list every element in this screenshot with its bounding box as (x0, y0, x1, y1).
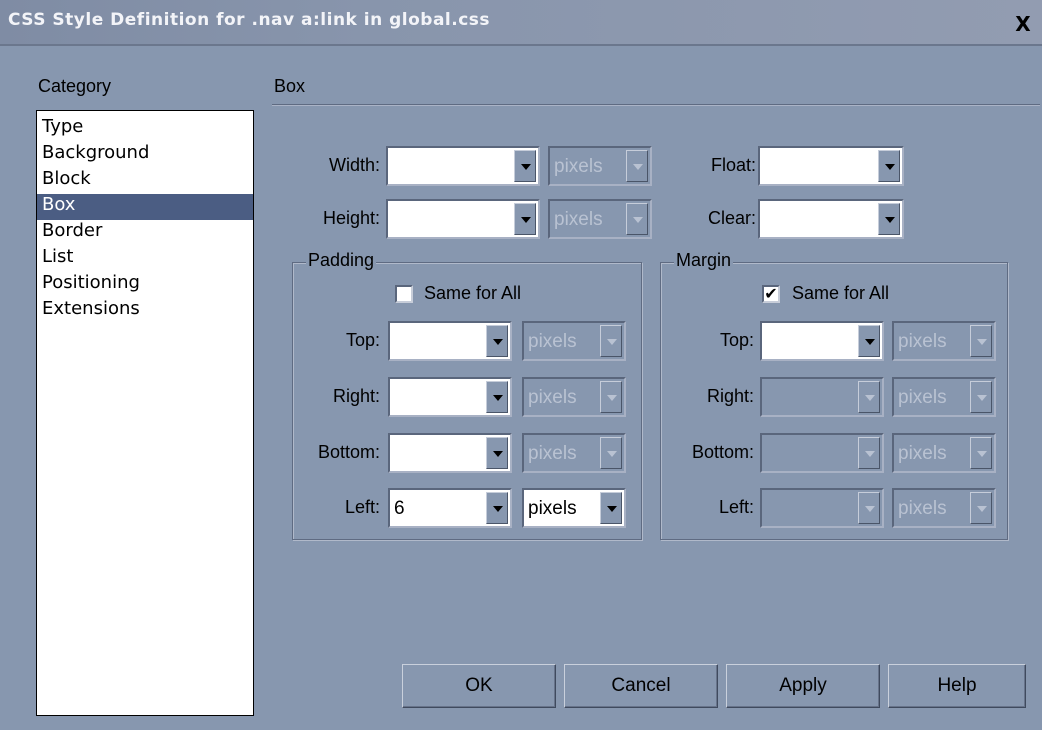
margin-top-combo[interactable] (760, 321, 884, 361)
padding-left-value: 6 (394, 498, 405, 519)
category-item-border[interactable]: Border (37, 220, 253, 246)
apply-button[interactable]: Apply (726, 664, 880, 708)
padding-top-unit: pixels (522, 321, 626, 361)
ok-button[interactable]: OK (402, 664, 556, 708)
padding-bottom-unit: pixels (522, 433, 626, 473)
margin-bottom-unit-value: pixels (898, 443, 947, 464)
category-item-extensions[interactable]: Extensions (37, 298, 253, 324)
padding-top-label: Top: (345, 330, 380, 350)
chevron-down-icon (626, 203, 648, 235)
padding-left-label: Left: (344, 497, 380, 517)
chevron-down-icon (858, 492, 880, 524)
chevron-down-icon (600, 437, 622, 469)
close-icon[interactable]: X (1012, 14, 1034, 34)
chevron-down-icon[interactable] (514, 150, 536, 182)
chevron-down-icon[interactable] (878, 203, 900, 235)
padding-left-unit-select[interactable]: pixels (522, 488, 626, 528)
clear-combo[interactable] (758, 199, 904, 239)
padding-left-combo[interactable]: 6 (388, 488, 512, 528)
chevron-down-icon[interactable] (858, 325, 880, 357)
padding-right-unit: pixels (522, 377, 626, 417)
chevron-down-icon[interactable] (486, 492, 508, 524)
help-button[interactable]: Help (888, 664, 1026, 708)
category-label: Category (38, 76, 112, 96)
margin-right-label: Right: (706, 386, 754, 406)
margin-right-combo (760, 377, 884, 417)
category-item-block[interactable]: Block (37, 168, 253, 194)
margin-left-unit-value: pixels (898, 498, 947, 519)
margin-left-combo (760, 488, 884, 528)
float-label: Float: (710, 155, 756, 175)
category-item-type[interactable]: Type (37, 116, 253, 142)
panel-title: Box (274, 76, 306, 96)
padding-same-label: Same for All (424, 283, 522, 303)
clear-label: Clear: (707, 208, 756, 228)
chevron-down-icon (970, 492, 992, 524)
padding-right-label: Right: (332, 386, 380, 406)
padding-top-combo[interactable] (388, 321, 512, 361)
window-title: CSS Style Definition for .nav a:link in … (8, 10, 491, 30)
padding-same-checkbox[interactable] (395, 285, 413, 303)
chevron-down-icon (970, 325, 992, 357)
margin-top-unit-value: pixels (898, 331, 947, 352)
margin-left-label: Left: (718, 497, 754, 517)
padding-bottom-label: Bottom: (317, 442, 380, 462)
chevron-down-icon[interactable] (514, 203, 536, 235)
width-unit-select: pixels (548, 146, 652, 186)
height-unit: pixels (554, 209, 603, 230)
height-label: Height: (322, 208, 380, 228)
height-combo[interactable] (386, 199, 540, 239)
float-combo[interactable] (758, 146, 904, 186)
category-item-box[interactable]: Box (37, 194, 253, 220)
padding-top-unit-value: pixels (528, 331, 577, 352)
margin-bottom-combo (760, 433, 884, 473)
title-bar: CSS Style Definition for .nav a:link in … (0, 0, 1042, 46)
width-label: Width: (328, 155, 380, 175)
chevron-down-icon (970, 437, 992, 469)
chevron-down-icon (858, 437, 880, 469)
panel-separator (272, 104, 1040, 106)
chevron-down-icon (600, 325, 622, 357)
margin-left-unit: pixels (892, 488, 996, 528)
chevron-down-icon (858, 381, 880, 413)
category-item-positioning[interactable]: Positioning (37, 272, 253, 298)
margin-bottom-label: Bottom: (691, 442, 754, 462)
category-item-background[interactable]: Background (37, 142, 253, 168)
chevron-down-icon (600, 381, 622, 413)
padding-bottom-combo[interactable] (388, 433, 512, 473)
chevron-down-icon[interactable] (486, 437, 508, 469)
padding-right-combo[interactable] (388, 377, 512, 417)
margin-right-unit-value: pixels (898, 387, 947, 408)
padding-left-unit-value: pixels (528, 498, 577, 519)
width-combo[interactable] (386, 146, 540, 186)
chevron-down-icon[interactable] (486, 381, 508, 413)
chevron-down-icon[interactable] (600, 492, 622, 524)
chevron-down-icon (970, 381, 992, 413)
margin-top-label: Top: (719, 330, 754, 350)
category-item-list[interactable]: List (37, 246, 253, 272)
chevron-down-icon[interactable] (878, 150, 900, 182)
margin-top-unit: pixels (892, 321, 996, 361)
margin-right-unit: pixels (892, 377, 996, 417)
width-unit: pixels (554, 156, 603, 177)
chevron-down-icon (626, 150, 648, 182)
margin-title: Margin (674, 250, 734, 271)
padding-title: Padding (306, 250, 377, 271)
chevron-down-icon[interactable] (486, 325, 508, 357)
padding-bottom-unit-value: pixels (528, 443, 577, 464)
padding-right-unit-value: pixels (528, 387, 577, 408)
margin-bottom-unit: pixels (892, 433, 996, 473)
margin-same-checkbox[interactable]: ✔ (762, 285, 780, 303)
margin-same-label: Same for All (792, 283, 890, 303)
cancel-button[interactable]: Cancel (564, 664, 718, 708)
category-list[interactable]: Type Background Block Box Border List Po… (36, 110, 254, 716)
height-unit-select: pixels (548, 199, 652, 239)
